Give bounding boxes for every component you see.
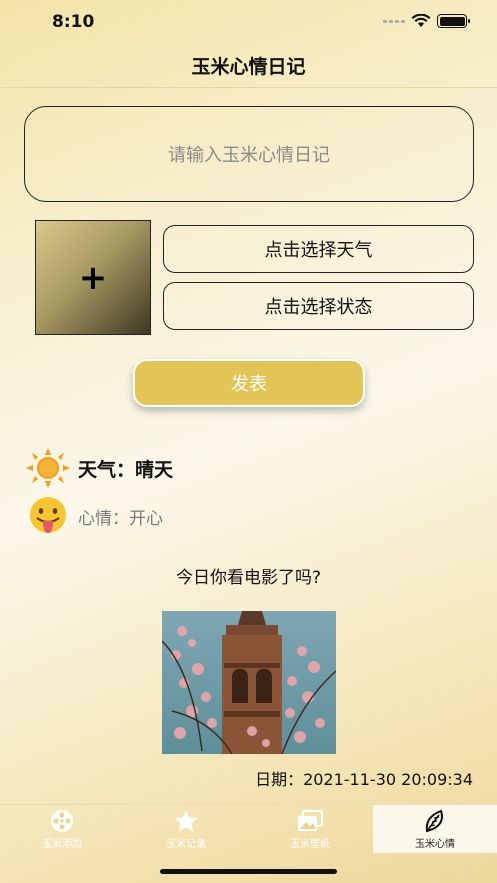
- choose-mood-label: 点击选择状态: [264, 297, 373, 318]
- tab-mood[interactable]: 玉米心情: [373, 805, 497, 853]
- status-time: 8:10: [52, 12, 95, 32]
- picture-icon: [298, 810, 323, 831]
- status-icons: [383, 14, 470, 28]
- tab-wallpaper-label: 玉米壁纸: [290, 839, 330, 850]
- battery-icon: [437, 14, 470, 28]
- tab-wallpaper[interactable]: 玉米壁纸: [248, 805, 372, 853]
- tab-mood-label: 玉米心情: [415, 839, 455, 850]
- tab-records[interactable]: 玉米记录: [124, 805, 248, 853]
- status-bar: 8:10: [0, 0, 497, 44]
- wifi-icon: [411, 14, 431, 27]
- choose-mood-button[interactable]: 点击选择状态: [163, 282, 474, 330]
- sun-icon: [26, 448, 70, 488]
- publish-label: 发表: [231, 374, 267, 395]
- weather-row: 天气：晴天: [26, 448, 173, 488]
- leaf-icon: [425, 809, 443, 833]
- tab-add[interactable]: 玉米添加: [0, 805, 124, 853]
- diary-input[interactable]: 请输入玉米心情日记: [24, 106, 474, 202]
- tab-add-label: 玉米添加: [42, 839, 82, 850]
- mood-value: 心情：开心: [78, 508, 163, 529]
- film-reel-icon: [51, 810, 73, 832]
- entry-text: 今日你看电影了吗?: [175, 568, 322, 588]
- choose-weather-label: 点击选择天气: [264, 240, 373, 261]
- nav-divider: [0, 87, 497, 88]
- page-title: 玉米心情日记: [191, 56, 306, 78]
- tongue-out-emoji-icon: [30, 497, 66, 533]
- mood-row: 心情：开心: [26, 496, 163, 536]
- entry-date: 日期：2021-11-30 20:09:34: [255, 770, 473, 789]
- choose-weather-button[interactable]: 点击选择天气: [163, 225, 474, 273]
- add-image-button[interactable]: +: [35, 220, 151, 335]
- tab-records-label: 玉米记录: [166, 839, 206, 850]
- diary-input-placeholder: 请输入玉米心情日记: [168, 145, 330, 166]
- entry-photo: [162, 611, 336, 754]
- publish-button[interactable]: 发表: [133, 359, 365, 407]
- cellular-signal-icon: [383, 19, 405, 23]
- home-indicator: [160, 869, 337, 874]
- weather-value: 天气：晴天: [78, 458, 174, 481]
- star-icon: [174, 810, 198, 832]
- plus-icon: +: [78, 257, 108, 298]
